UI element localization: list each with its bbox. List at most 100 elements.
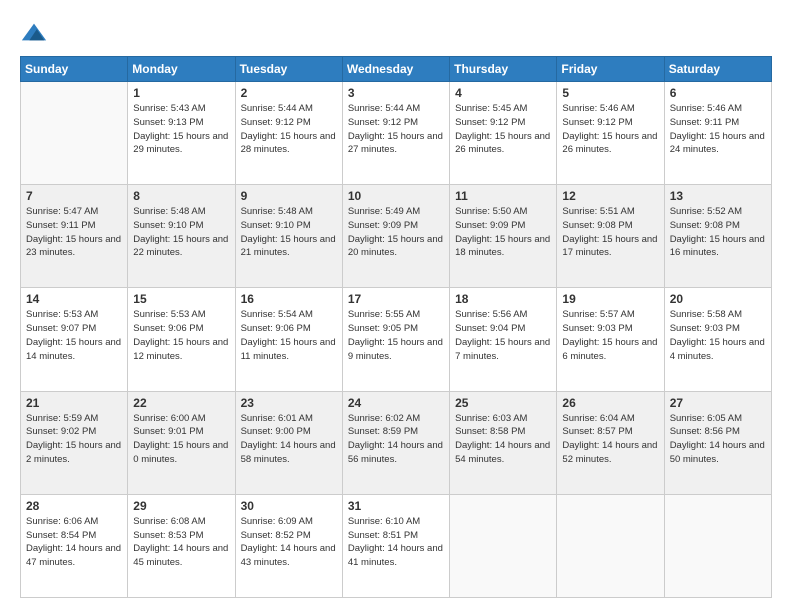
calendar-cell: 6 Sunrise: 5:46 AMSunset: 9:11 PMDaylight… [664, 82, 771, 185]
cell-date: 20 [670, 292, 766, 306]
cell-date: 12 [562, 189, 658, 203]
cell-info: Sunrise: 5:58 AMSunset: 9:03 PMDaylight:… [670, 308, 766, 363]
calendar-cell: 18 Sunrise: 5:56 AMSunset: 9:04 PMDayligh… [450, 288, 557, 391]
cell-date: 28 [26, 499, 122, 513]
calendar-cell: 5 Sunrise: 5:46 AMSunset: 9:12 PMDaylight… [557, 82, 664, 185]
cell-info: Sunrise: 5:53 AMSunset: 9:06 PMDaylight:… [133, 308, 229, 363]
calendar-cell: 4 Sunrise: 5:45 AMSunset: 9:12 PMDaylight… [450, 82, 557, 185]
calendar-cell: 14Sunrise: 5:53 AMSunset: 9:07 PMDayligh… [21, 288, 128, 391]
logo-icon [20, 18, 48, 46]
page: SundayMondayTuesdayWednesdayThursdayFrid… [0, 0, 792, 612]
calendar-cell: 10Sunrise: 5:49 AMSunset: 9:09 PMDayligh… [342, 185, 449, 288]
cell-date: 5 [562, 86, 658, 100]
calendar-cell: 30 Sunrise: 6:09 AMSunset: 8:52 PMDayligh… [235, 494, 342, 597]
cell-info: Sunrise: 5:46 AMSunset: 9:12 PMDaylight:… [562, 102, 658, 157]
calendar-cell [450, 494, 557, 597]
cell-date: 31 [348, 499, 444, 513]
cell-date: 11 [455, 189, 551, 203]
cell-info: Sunrise: 6:01 AMSunset: 9:00 PMDaylight:… [241, 412, 337, 467]
cell-info: Sunrise: 5:47 AMSunset: 9:11 PMDaylight:… [26, 205, 122, 260]
cell-info: Sunrise: 5:51 AMSunset: 9:08 PMDaylight:… [562, 205, 658, 260]
calendar-cell: 1 Sunrise: 5:43 AMSunset: 9:13 PMDaylight… [128, 82, 235, 185]
cell-info: Sunrise: 6:02 AMSunset: 8:59 PMDaylight:… [348, 412, 444, 467]
cell-date: 3 [348, 86, 444, 100]
calendar-cell: 28 Sunrise: 6:06 AMSunset: 8:54 PMDayligh… [21, 494, 128, 597]
calendar-cell: 29 Sunrise: 6:08 AMSunset: 8:53 PMDayligh… [128, 494, 235, 597]
cell-info: Sunrise: 6:05 AMSunset: 8:56 PMDaylight:… [670, 412, 766, 467]
cell-info: Sunrise: 6:10 AMSunset: 8:51 PMDaylight:… [348, 515, 444, 570]
calendar-cell: 17 Sunrise: 5:55 AMSunset: 9:05 PMDayligh… [342, 288, 449, 391]
cell-info: Sunrise: 5:44 AMSunset: 9:12 PMDaylight:… [348, 102, 444, 157]
cell-info: Sunrise: 6:09 AMSunset: 8:52 PMDaylight:… [241, 515, 337, 570]
cell-info: Sunrise: 5:56 AMSunset: 9:04 PMDaylight:… [455, 308, 551, 363]
cell-date: 25 [455, 396, 551, 410]
calendar-cell: 13 Sunrise: 5:52 AMSunset: 9:08 PMDayligh… [664, 185, 771, 288]
cell-date: 4 [455, 86, 551, 100]
cell-info: Sunrise: 5:50 AMSunset: 9:09 PMDaylight:… [455, 205, 551, 260]
cell-date: 19 [562, 292, 658, 306]
cell-date: 17 [348, 292, 444, 306]
cell-info: Sunrise: 5:46 AMSunset: 9:11 PMDaylight:… [670, 102, 766, 157]
calendar-cell: 23 Sunrise: 6:01 AMSunset: 9:00 PMDayligh… [235, 391, 342, 494]
cell-date: 6 [670, 86, 766, 100]
cell-date: 13 [670, 189, 766, 203]
calendar-cell: 26Sunrise: 6:04 AMSunset: 8:57 PMDayligh… [557, 391, 664, 494]
cell-date: 16 [241, 292, 337, 306]
cell-info: Sunrise: 5:53 AMSunset: 9:07 PMDaylight:… [26, 308, 122, 363]
calendar-cell: 3 Sunrise: 5:44 AMSunset: 9:12 PMDaylight… [342, 82, 449, 185]
calendar-week-row: 7Sunrise: 5:47 AMSunset: 9:11 PMDaylight… [21, 185, 772, 288]
cell-date: 30 [241, 499, 337, 513]
cell-info: Sunrise: 5:48 AMSunset: 9:10 PMDaylight:… [241, 205, 337, 260]
cell-date: 24 [348, 396, 444, 410]
calendar-cell [664, 494, 771, 597]
calendar-cell: 20 Sunrise: 5:58 AMSunset: 9:03 PMDayligh… [664, 288, 771, 391]
calendar-table: SundayMondayTuesdayWednesdayThursdayFrid… [20, 56, 772, 598]
cell-info: Sunrise: 5:44 AMSunset: 9:12 PMDaylight:… [241, 102, 337, 157]
cell-date: 29 [133, 499, 229, 513]
cell-info: Sunrise: 5:45 AMSunset: 9:12 PMDaylight:… [455, 102, 551, 157]
cell-date: 2 [241, 86, 337, 100]
calendar-cell: 24 Sunrise: 6:02 AMSunset: 8:59 PMDayligh… [342, 391, 449, 494]
cell-info: Sunrise: 5:55 AMSunset: 9:05 PMDaylight:… [348, 308, 444, 363]
cell-info: Sunrise: 5:48 AMSunset: 9:10 PMDaylight:… [133, 205, 229, 260]
calendar-cell: 8 Sunrise: 5:48 AMSunset: 9:10 PMDaylight… [128, 185, 235, 288]
logo [20, 18, 52, 46]
cell-date: 18 [455, 292, 551, 306]
calendar-week-row: 14Sunrise: 5:53 AMSunset: 9:07 PMDayligh… [21, 288, 772, 391]
calendar-cell: 22 Sunrise: 6:00 AMSunset: 9:01 PMDayligh… [128, 391, 235, 494]
calendar-cell: 27 Sunrise: 6:05 AMSunset: 8:56 PMDayligh… [664, 391, 771, 494]
cell-date: 21 [26, 396, 122, 410]
calendar-cell: 15Sunrise: 5:53 AMSunset: 9:06 PMDayligh… [128, 288, 235, 391]
cell-info: Sunrise: 5:52 AMSunset: 9:08 PMDaylight:… [670, 205, 766, 260]
calendar-cell: 7Sunrise: 5:47 AMSunset: 9:11 PMDaylight… [21, 185, 128, 288]
calendar-cell: 19 Sunrise: 5:57 AMSunset: 9:03 PMDayligh… [557, 288, 664, 391]
cell-date: 22 [133, 396, 229, 410]
calendar-cell: 16Sunrise: 5:54 AMSunset: 9:06 PMDayligh… [235, 288, 342, 391]
calendar-cell: 9 Sunrise: 5:48 AMSunset: 9:10 PMDaylight… [235, 185, 342, 288]
calendar-week-row: 28 Sunrise: 6:06 AMSunset: 8:54 PMDayligh… [21, 494, 772, 597]
cell-info: Sunrise: 5:57 AMSunset: 9:03 PMDaylight:… [562, 308, 658, 363]
cell-date: 8 [133, 189, 229, 203]
calendar-header-row: SundayMondayTuesdayWednesdayThursdayFrid… [21, 57, 772, 82]
calendar-week-row: 1 Sunrise: 5:43 AMSunset: 9:13 PMDaylight… [21, 82, 772, 185]
cell-date: 26 [562, 396, 658, 410]
calendar-cell: 31 Sunrise: 6:10 AMSunset: 8:51 PMDayligh… [342, 494, 449, 597]
cell-info: Sunrise: 6:06 AMSunset: 8:54 PMDaylight:… [26, 515, 122, 570]
calendar-cell: 21 Sunrise: 5:59 AMSunset: 9:02 PMDayligh… [21, 391, 128, 494]
cell-date: 1 [133, 86, 229, 100]
calendar-week-row: 21 Sunrise: 5:59 AMSunset: 9:02 PMDayligh… [21, 391, 772, 494]
calendar-header-cell: Saturday [664, 57, 771, 82]
calendar-header-cell: Tuesday [235, 57, 342, 82]
calendar-cell: 25Sunrise: 6:03 AMSunset: 8:58 PMDayligh… [450, 391, 557, 494]
cell-info: Sunrise: 6:00 AMSunset: 9:01 PMDaylight:… [133, 412, 229, 467]
cell-date: 23 [241, 396, 337, 410]
cell-info: Sunrise: 5:59 AMSunset: 9:02 PMDaylight:… [26, 412, 122, 467]
calendar-cell: 2 Sunrise: 5:44 AMSunset: 9:12 PMDaylight… [235, 82, 342, 185]
cell-info: Sunrise: 6:08 AMSunset: 8:53 PMDaylight:… [133, 515, 229, 570]
cell-info: Sunrise: 5:43 AMSunset: 9:13 PMDaylight:… [133, 102, 229, 157]
calendar-cell: 12 Sunrise: 5:51 AMSunset: 9:08 PMDayligh… [557, 185, 664, 288]
calendar-header-cell: Friday [557, 57, 664, 82]
calendar-cell [557, 494, 664, 597]
cell-date: 27 [670, 396, 766, 410]
cell-date: 9 [241, 189, 337, 203]
